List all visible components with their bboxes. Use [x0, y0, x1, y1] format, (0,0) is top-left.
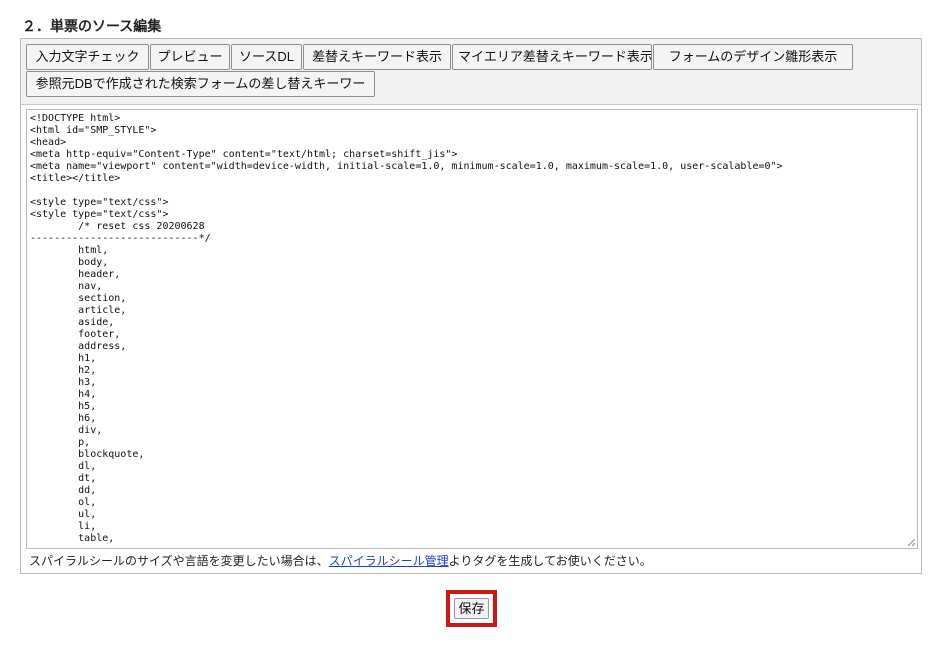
- source-code-text[interactable]: <!DOCTYPE html> <html id="SMP_STYLE"> <h…: [27, 110, 917, 548]
- preview-button[interactable]: プレビュー: [150, 44, 230, 70]
- help-text-after: よりタグを生成してお使いください。: [448, 554, 652, 568]
- source-edit-panel: 入力文字チェック プレビュー ソースDL 差替えキーワード表示 マイエリア差替え…: [20, 38, 922, 574]
- spiral-seal-management-link[interactable]: スパイラルシール管理: [329, 554, 449, 568]
- source-code-editor[interactable]: <!DOCTYPE html> <html id="SMP_STYLE"> <h…: [26, 109, 918, 549]
- save-button[interactable]: 保存: [454, 598, 489, 619]
- section-title: ２．単票のソース編集: [22, 18, 162, 34]
- show-myarea-replace-keywords-button[interactable]: マイエリア差替えキーワード表示: [452, 44, 652, 70]
- help-text-before: スパイラルシールのサイズや言語を変更したい場合は、: [29, 554, 329, 568]
- input-char-check-button[interactable]: 入力文字チェック: [26, 44, 149, 70]
- source-download-button[interactable]: ソースDL: [231, 44, 302, 70]
- save-button-highlight: 保存: [446, 590, 497, 627]
- show-search-form-replace-keywords-button[interactable]: 参照元DBで作成された検索フォームの差し替えキーワー: [26, 71, 375, 97]
- show-replace-keywords-button[interactable]: 差替えキーワード表示: [303, 44, 451, 70]
- show-form-design-template-button[interactable]: フォームのデザイン雛形表示: [653, 44, 853, 70]
- help-text: スパイラルシールのサイズや言語を変更したい場合は、スパイラルシール管理よりタグを…: [29, 553, 652, 569]
- toolbar: 入力文字チェック プレビュー ソースDL 差替えキーワード表示 マイエリア差替え…: [21, 39, 921, 105]
- resize-handle-icon[interactable]: [907, 538, 916, 547]
